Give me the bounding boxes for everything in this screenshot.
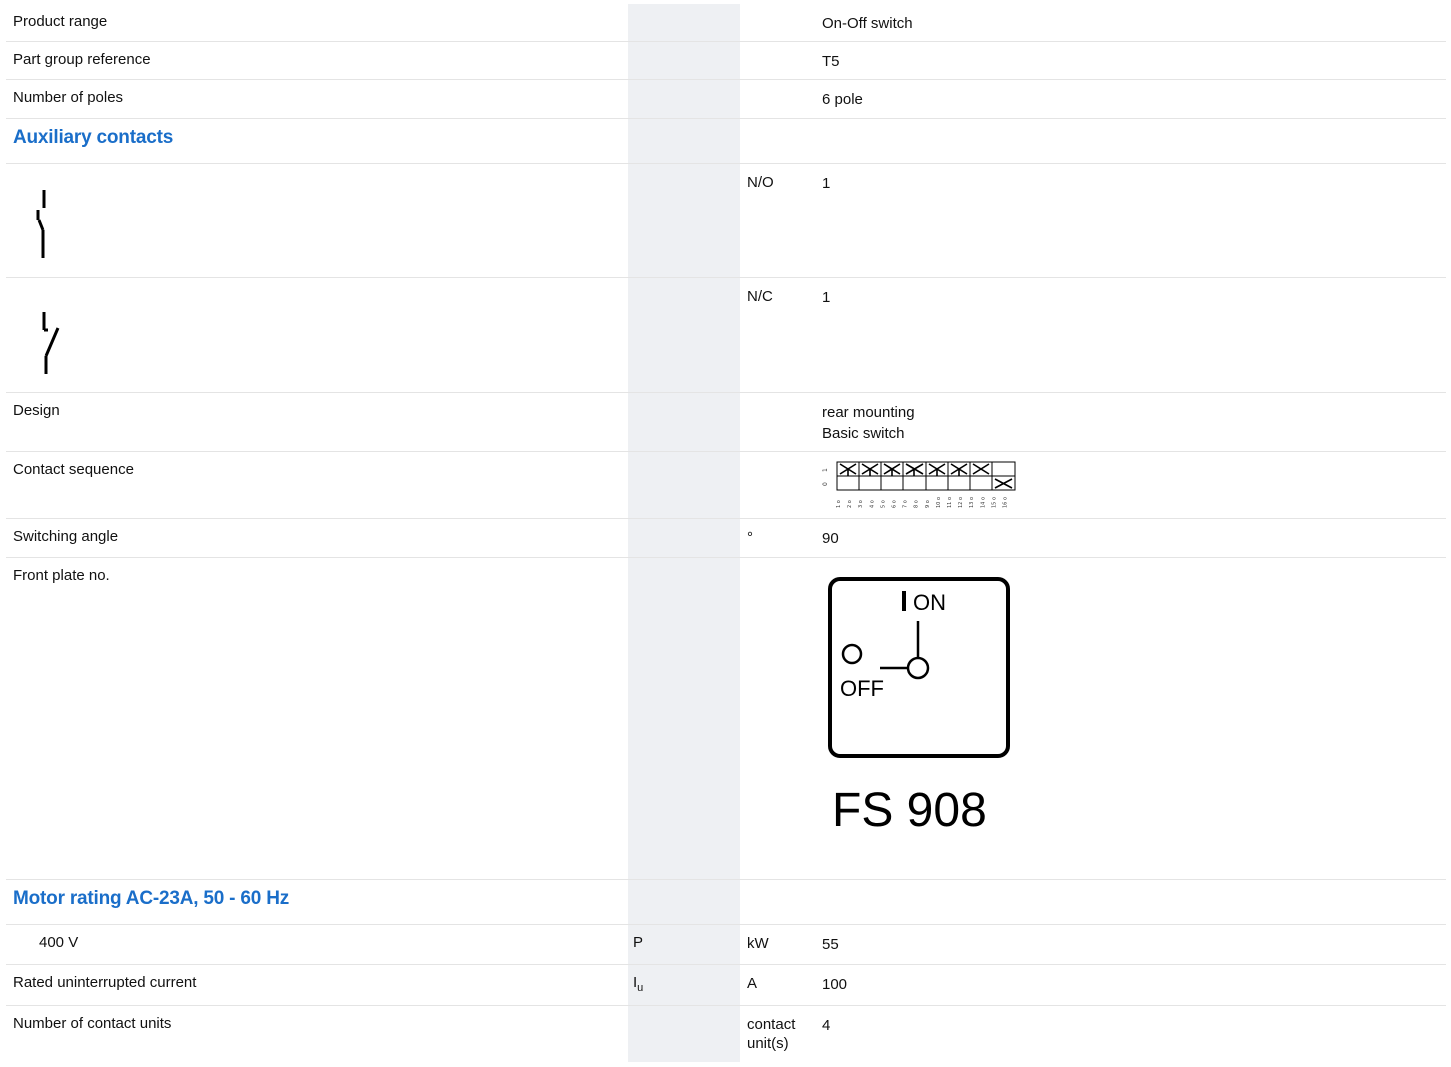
label: Switching angle	[13, 528, 119, 545]
unit: contact unit(s)	[740, 1006, 818, 1062]
terminal-label: 7 o	[903, 500, 909, 508]
on-label: ON	[913, 590, 946, 615]
row-no-contact: N/O 1	[6, 164, 1446, 278]
unit-cell	[740, 452, 818, 518]
value-line: Basic switch	[822, 425, 905, 442]
unit-cell	[740, 80, 818, 118]
symbol-cell	[628, 164, 740, 277]
section-heading: Motor rating AC-23A, 50 - 60 Hz	[13, 888, 290, 909]
row-design: Design rear mounting Basic switch	[6, 393, 1446, 452]
spec-table: Product range On-Off switch Part group r…	[6, 4, 1446, 1062]
terminal-label: 3 o	[858, 500, 864, 508]
label: Number of contact units	[13, 1015, 172, 1032]
label: Contact sequence	[13, 461, 134, 478]
terminal-label: 10 o	[936, 497, 942, 508]
value: 6 pole	[822, 91, 863, 108]
symbol: Iu	[628, 965, 740, 1005]
unit: kW	[747, 935, 769, 952]
value: ON OFF FS 908	[818, 558, 1446, 879]
unit-cell	[740, 42, 818, 79]
terminal-label: 8 o	[914, 500, 920, 508]
row-front-plate: Front plate no. ON OFF FS 908	[6, 558, 1446, 880]
label: Number of poles	[13, 89, 124, 106]
contact-symbol-cell	[6, 278, 628, 392]
row-poles: Number of poles 6 pole	[6, 80, 1446, 119]
plate-code: FS 908	[832, 784, 987, 837]
symbol-subscript: u	[637, 982, 644, 994]
front-plate-fs908-icon: ON OFF FS 908	[828, 577, 1010, 837]
row-contact-units: Number of contact units contact unit(s) …	[6, 1006, 1446, 1062]
terminal-label: 11 o	[947, 497, 953, 508]
terminal-label: 1 o	[836, 500, 842, 508]
label: Design	[13, 402, 60, 419]
terminal-label: 14 o	[980, 497, 986, 508]
value: 1 0 1 o 2 o 3 o 4 o 5 o 6 o 7 o 8 o 9 o 10 o 11 o 1…	[818, 452, 1446, 518]
label: 400 V	[39, 934, 79, 951]
terminal-label: 9 o	[925, 500, 931, 508]
value: T5	[822, 53, 840, 70]
section-heading: Auxiliary contacts	[13, 127, 174, 148]
value: 55	[822, 936, 839, 953]
terminal-label: 15 o	[991, 497, 997, 508]
unit-cell	[740, 558, 818, 879]
symbol-cell	[628, 1006, 740, 1062]
unit-cell	[740, 119, 818, 163]
symbol-cell	[628, 80, 740, 118]
row-part-group: Part group reference T5	[6, 42, 1446, 80]
terminal-label: 13 o	[969, 497, 975, 508]
value: 4	[822, 1017, 831, 1034]
symbol-cell	[628, 452, 740, 518]
normally-closed-contact-icon	[42, 312, 60, 374]
unit-cell	[740, 880, 818, 924]
unit: °	[747, 529, 753, 546]
symbol-cell	[628, 519, 740, 557]
unit-cell	[740, 393, 818, 451]
unit: N/O	[747, 174, 774, 191]
label: Front plate no.	[13, 567, 110, 584]
value: 100	[822, 976, 848, 993]
symbol-cell	[628, 119, 740, 163]
row-contact-sequence: Contact sequence 1 0 1 o 2 o 3 o 4 o 5 o…	[6, 452, 1446, 519]
section-auxiliary-contacts: Auxiliary contacts	[6, 119, 1446, 164]
position-label-0: 0	[822, 482, 829, 486]
unit-line: contact	[747, 1016, 796, 1033]
unit-cell	[740, 4, 818, 41]
symbol-cell	[628, 4, 740, 41]
terminal-label: 4 o	[869, 500, 875, 508]
symbol-cell	[628, 278, 740, 392]
terminal-label: 16 o	[1003, 497, 1009, 508]
symbol-cell	[628, 42, 740, 79]
symbol-cell	[628, 393, 740, 451]
off-label: OFF	[840, 676, 884, 701]
row-product-range: Product range On-Off switch	[6, 4, 1446, 42]
value: rear mounting Basic switch	[818, 393, 1446, 451]
terminal-label: 6 o	[892, 500, 898, 508]
row-400v: 400 V P kW 55	[6, 925, 1446, 965]
section-motor-rating: Motor rating AC-23A, 50 - 60 Hz	[6, 880, 1446, 925]
symbol-cell	[628, 558, 740, 879]
value: 1	[822, 289, 831, 306]
contact-symbol-cell	[6, 164, 628, 277]
normally-open-contact-icon	[36, 190, 46, 258]
label: Product range	[13, 13, 108, 30]
contact-sequence-diagram-icon: 1 0 1 o 2 o 3 o 4 o 5 o 6 o 7 o 8 o 9 o 10 o 11 o 1…	[822, 461, 1016, 508]
row-switching-angle: Switching angle ° 90	[6, 519, 1446, 558]
row-rated-current: Rated uninterrupted current Iu A 100	[6, 965, 1446, 1006]
position-label-1: 1	[822, 468, 829, 472]
unit-line: unit(s)	[747, 1035, 789, 1052]
label: Part group reference	[13, 51, 151, 68]
terminal-label: 12 o	[958, 497, 964, 508]
value: 1	[822, 175, 831, 192]
terminal-label: 2 o	[847, 500, 853, 508]
unit: A	[747, 975, 758, 992]
unit: N/C	[747, 288, 773, 305]
value-line: rear mounting	[822, 404, 915, 421]
value: 90	[822, 530, 839, 547]
terminal-label: 5 o	[880, 500, 886, 508]
row-nc-contact: N/C 1	[6, 278, 1446, 393]
symbol: P	[628, 925, 740, 964]
symbol-cell	[628, 880, 740, 924]
value: On-Off switch	[822, 15, 913, 32]
label: Rated uninterrupted current	[13, 974, 197, 991]
